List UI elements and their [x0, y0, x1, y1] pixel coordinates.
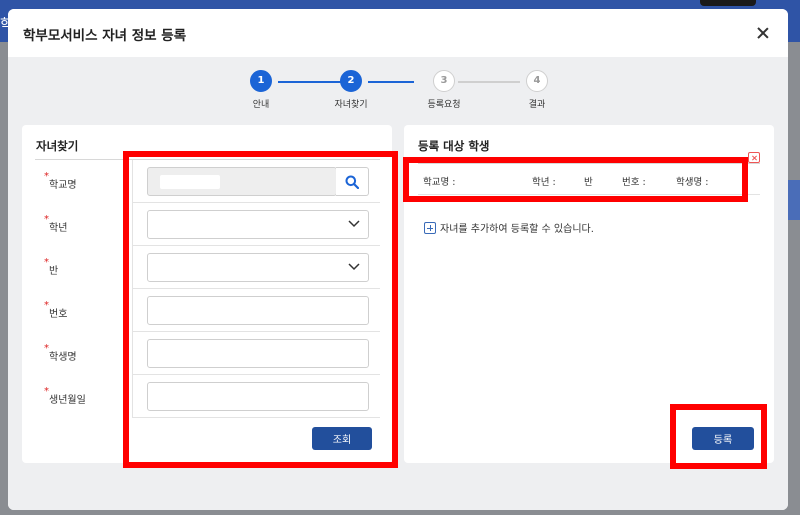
step-3: 3 등록요청	[404, 70, 484, 114]
step-label: 결과	[528, 100, 546, 110]
find-child-panel: 자녀찾기 * 학교명 * 학년 * 반 * 번호 * 학생명 * 생년월일 조회	[22, 125, 392, 463]
school-label: 학교명	[49, 180, 77, 191]
step-1: 1 안내	[221, 70, 301, 114]
remove-icon[interactable]	[748, 152, 760, 163]
modal-body: 1 안내 2 자녀찾기 3 등록요청 4 결과 자녀찾기 * 학교명 * 학년 …	[8, 57, 788, 510]
find-child-title: 자녀찾기	[36, 139, 79, 153]
target-student-row: 학교명 : 학년 : 반 번호 : 학생명 :	[418, 163, 760, 195]
school-name-input[interactable]	[147, 167, 337, 196]
modal-header: 학부모서비스 자녀 정보 등록	[8, 9, 788, 57]
redacted-value	[160, 175, 220, 189]
register-target-title: 등록 대상 학생	[418, 139, 490, 153]
form-label-cell: * 반	[35, 246, 133, 289]
step-number: 3	[433, 70, 455, 92]
number-label: 번호	[49, 309, 68, 320]
form-label-cell: * 학생명	[35, 332, 133, 375]
step-label: 등록요청	[427, 100, 461, 110]
form-row-student-name: * 학생명	[35, 332, 380, 375]
add-hint-text: 자녀를 추가하여 등록할 수 있습니다.	[440, 224, 594, 235]
target-school-label: 학교명 :	[423, 177, 456, 188]
form-row-birthdate: * 생년월일	[35, 375, 380, 418]
register-target-panel: 등록 대상 학생 학교명 : 학년 : 반 번호 : 학생명 : 자녀를 추가하…	[404, 125, 774, 463]
target-class-label: 반	[584, 177, 593, 188]
school-search-button[interactable]	[336, 167, 369, 196]
birthdate-input[interactable]	[147, 382, 369, 411]
step-label: 안내	[252, 100, 270, 110]
register-button[interactable]: 등록	[692, 427, 754, 450]
form-label-cell: * 학년	[35, 203, 133, 246]
add-child-hint: 자녀를 추가하여 등록할 수 있습니다.	[424, 220, 594, 235]
target-student-name-label: 학생명 :	[676, 177, 709, 188]
modal-title: 학부모서비스 자녀 정보 등록	[23, 28, 187, 44]
step-number: 4	[526, 70, 548, 92]
step-label: 자녀찾기	[334, 100, 368, 110]
target-grade-label: 학년 :	[532, 177, 556, 188]
step-number: 1	[250, 70, 272, 92]
form-label-cell: * 학교명	[35, 160, 133, 203]
form-label-cell: * 생년월일	[35, 375, 133, 418]
lookup-button[interactable]: 조회	[312, 427, 372, 450]
background-text-fragment: 학	[0, 17, 8, 33]
class-label: 반	[49, 266, 59, 277]
plus-icon[interactable]	[424, 222, 436, 234]
grade-select[interactable]	[147, 210, 369, 239]
chevron-down-icon	[348, 220, 360, 228]
step-4: 4 결과	[497, 70, 577, 114]
step-2: 2 자녀찾기	[311, 70, 391, 114]
background-button	[700, 0, 756, 6]
form-row-class: * 반	[35, 246, 380, 289]
student-number-input[interactable]	[147, 296, 369, 325]
birthdate-label: 생년월일	[49, 395, 86, 406]
stepper: 1 안내 2 자녀찾기 3 등록요청 4 결과	[8, 57, 788, 119]
student-name-label: 학생명	[49, 352, 77, 363]
form-row-grade: * 학년	[35, 203, 380, 246]
grade-label: 학년	[49, 223, 68, 234]
child-register-modal: 학부모서비스 자녀 정보 등록 1 안내 2 자녀찾기 3 등록요청 4 결과	[8, 9, 788, 510]
target-number-label: 번호 :	[622, 177, 646, 188]
close-icon[interactable]	[752, 22, 774, 44]
form-label-cell: * 번호	[35, 289, 133, 332]
chevron-down-icon	[348, 263, 360, 271]
class-select[interactable]	[147, 253, 369, 282]
form-row-number: * 번호	[35, 289, 380, 332]
step-number: 2	[340, 70, 362, 92]
search-icon	[345, 175, 359, 189]
student-name-input[interactable]	[147, 339, 369, 368]
form-row-school: * 학교명	[35, 160, 380, 203]
find-child-form: * 학교명 * 학년 * 반 * 번호 * 학생명 * 생년월일	[35, 159, 380, 420]
